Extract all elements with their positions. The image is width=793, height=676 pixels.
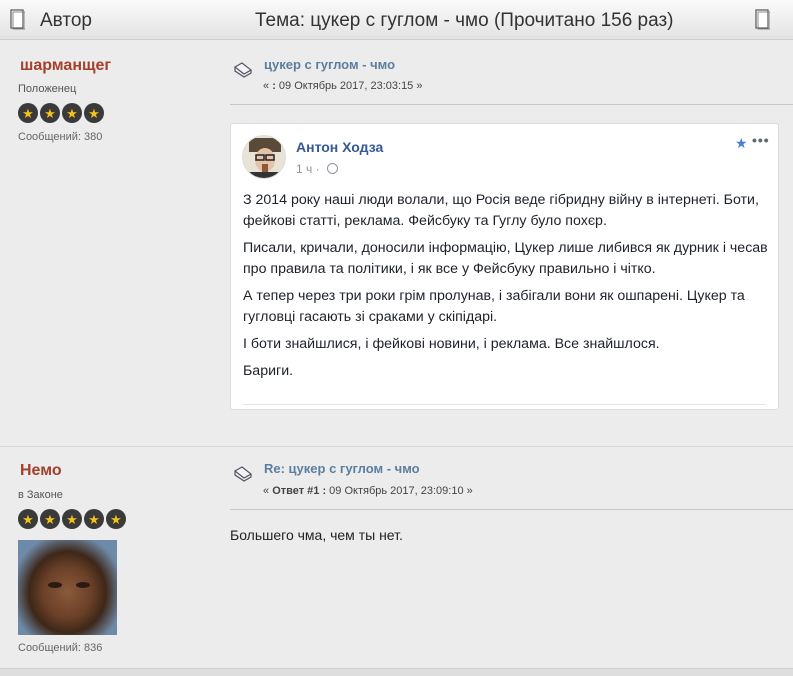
post-date: « Ответ #1 : 09 Октябрь 2017, 23:09:10 »: [263, 485, 473, 497]
rank-star-icon: ★: [62, 509, 82, 529]
topic-title: Тема: цукер с гуглом - чмо (Прочитано 15…: [255, 10, 674, 31]
poster-post-count: Сообщений: 380: [18, 131, 103, 143]
embed-paragraph: І боти знайшлися, і фейкові новини, і ре…: [243, 336, 660, 352]
poster-avatar[interactable]: [18, 540, 117, 635]
post-footer-strip: [0, 668, 793, 676]
rank-star-icon: ★: [18, 509, 38, 529]
author-column-label: Автор: [40, 10, 92, 31]
globe-icon: [327, 163, 338, 174]
post-envelope-icon: [233, 62, 253, 78]
poster-name[interactable]: Немо: [20, 462, 62, 480]
rank-star-icon: ★: [106, 509, 126, 529]
post-envelope-icon: [233, 466, 253, 482]
post-header-divider: [230, 104, 793, 105]
rank-star-icon: ★: [84, 509, 104, 529]
post-subject-link[interactable]: цукер с гуглом - чмо: [264, 57, 395, 72]
poster-group: Положенец: [18, 83, 77, 95]
rank-stars: ★ ★ ★ ★ ★: [18, 509, 126, 529]
poster-group: в Законе: [18, 489, 63, 501]
topic-icon: [10, 9, 25, 30]
rank-star-icon: ★: [62, 103, 82, 123]
post-body: Большего чма, чем ты нет.: [230, 527, 403, 543]
embed-author-name[interactable]: Антон Ходза: [296, 139, 383, 155]
poster-post-count: Сообщений: 836: [18, 642, 103, 654]
poster-name[interactable]: шарманщег: [20, 57, 111, 75]
embed-footer-divider: [243, 404, 766, 405]
rank-star-icon: ★: [40, 509, 60, 529]
post: шарманщег Положенец ★ ★ ★ ★ Сообщений: 3…: [0, 41, 793, 444]
rank-star-icon: ★: [84, 103, 104, 123]
embed-author-avatar[interactable]: [242, 135, 286, 179]
embed-paragraph: Писали, кричали, доносили інформацію, Цу…: [243, 240, 768, 277]
rank-stars: ★ ★ ★ ★: [18, 103, 104, 123]
embed-timestamp[interactable]: 1 ч ·: [296, 162, 320, 176]
post: Немо в Законе ★ ★ ★ ★ ★ Сообщений: 836 R…: [0, 446, 793, 668]
post-header-divider: [230, 509, 793, 510]
more-icon[interactable]: •••: [752, 132, 770, 148]
star-icon[interactable]: ★: [735, 135, 748, 152]
rank-star-icon: ★: [40, 103, 60, 123]
document-icon[interactable]: [755, 9, 770, 30]
embed-post-text: З 2014 року наші люди волали, що Росія в…: [243, 190, 773, 388]
post-date: « : 09 Октябрь 2017, 23:03:15 »: [263, 80, 423, 92]
embed-paragraph: З 2014 року наші люди волали, що Росія в…: [243, 192, 759, 229]
embed-paragraph: Бариги.: [243, 363, 294, 379]
facebook-embed: Антон Ходза 1 ч · ★ ••• З 2014 року наші…: [230, 123, 779, 410]
embed-paragraph: А тепер через три роки грім пролунав, і …: [243, 288, 745, 325]
topic-header: Автор Тема: цукер с гуглом - чмо (Прочит…: [0, 0, 793, 40]
post-subject-link[interactable]: Re: цукер с гуглом - чмо: [264, 461, 420, 476]
rank-star-icon: ★: [18, 103, 38, 123]
